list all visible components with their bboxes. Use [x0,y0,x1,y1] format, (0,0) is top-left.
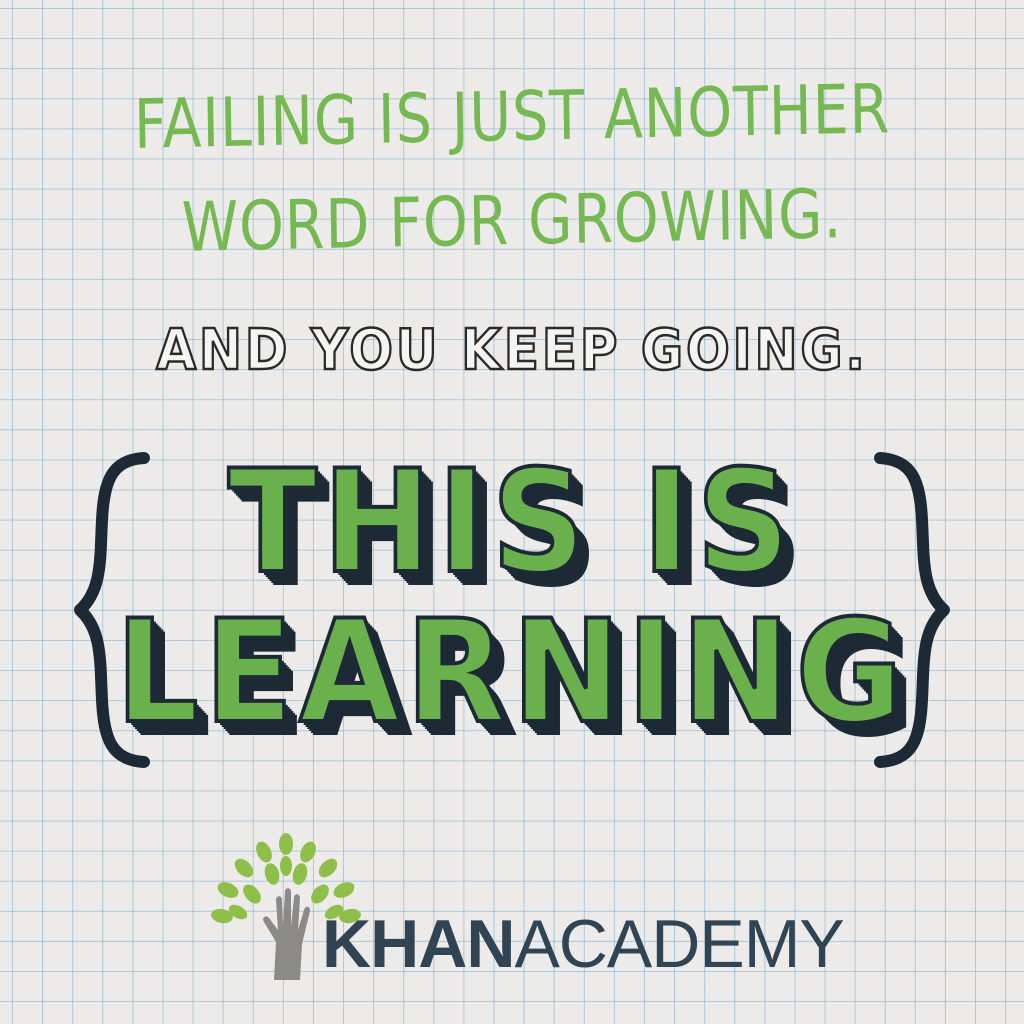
brand-light-text: ACADEMY [514,906,844,982]
headline-line-2: LEARNING [114,588,909,757]
tagline-line-3: AND YOU KEEP GOING. [155,317,868,385]
tagline-line-2: WORD FOR GROWING. [181,175,843,268]
brand-strong-text: KHAN [322,906,515,982]
headline-line-1: THIS IS [226,438,796,607]
khan-academy-wordmark: KHANACADEMY [322,910,845,978]
tagline-line-1: FAILING IS JUST ANOTHER [133,70,891,165]
